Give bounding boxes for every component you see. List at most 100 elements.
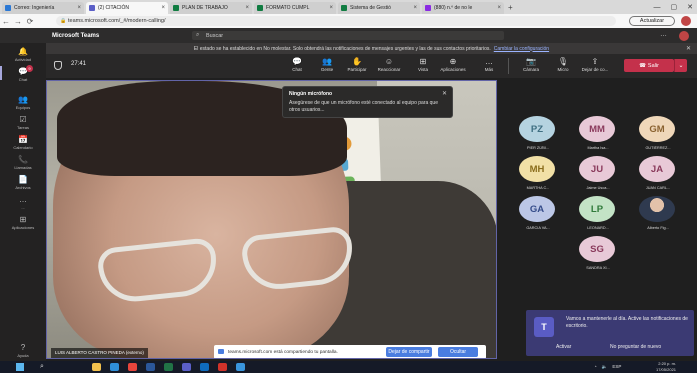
participant-tile[interactable]: MM Martha Isa... [568, 116, 628, 156]
hide-share-bar-button[interactable]: Ocultar [438, 347, 478, 357]
outlook-icon[interactable] [200, 363, 209, 371]
browser-tab[interactable]: (880) n.º de no le × [422, 2, 504, 14]
chrome-icon[interactable] [128, 363, 137, 371]
forward-icon[interactable]: → [12, 17, 24, 26]
main-video-tile[interactable]: LUIS ALBERTO CASTRO PINEDA (externo) Nin… [46, 80, 497, 359]
control-raise-hand[interactable]: ✋ Participar [342, 57, 372, 72]
people-icon: 👥 [322, 57, 332, 66]
control-label: Participar [347, 67, 367, 72]
rail-item-calendario[interactable]: 📅 Calendario [0, 135, 46, 150]
word-icon[interactable] [146, 363, 155, 371]
leave-button[interactable]: ☎ Salir [624, 59, 674, 72]
update-button[interactable]: Actualizar [629, 16, 675, 26]
leave-options-chevron-icon[interactable]: ⌄ [674, 59, 687, 72]
browser-tab[interactable]: Sistema de Gestió × [338, 2, 420, 14]
teams-taskbar-icon[interactable] [182, 363, 191, 371]
excel-icon[interactable] [164, 363, 173, 371]
minimize-icon[interactable]: — [654, 4, 661, 11]
new-tab-button[interactable]: + [508, 2, 513, 14]
close-tab-icon[interactable]: × [329, 5, 333, 11]
more-icon: … [485, 57, 493, 66]
close-tab-icon[interactable]: × [245, 5, 249, 11]
close-tooltip-icon[interactable]: ✕ [442, 90, 447, 97]
tab-favicon-icon [5, 5, 11, 11]
participant-name: Alberto Fig... [647, 226, 669, 230]
close-window-icon[interactable]: ✕ [687, 3, 693, 11]
close-tab-icon[interactable]: × [161, 5, 165, 11]
control-chat[interactable]: 💬 Chat [282, 57, 312, 72]
participant-tile[interactable]: Alberto Fig... [628, 196, 688, 236]
control-apps[interactable]: ⊕ Aplicaciones [438, 57, 468, 72]
close-tab-icon[interactable]: × [77, 5, 81, 11]
participant-tile[interactable]: SG SANDRA XI... [568, 236, 628, 276]
tooltip-text: Asegúrese de que un micrófono esté conec… [289, 100, 438, 113]
participant-avatar: JU [579, 156, 615, 182]
rail-item-archivos[interactable]: 📄 Archivos [0, 175, 46, 190]
rail-item-[interactable]: …... [0, 195, 46, 210]
activate-notifications-button[interactable]: Activar [556, 344, 571, 350]
share-bar-text: teams.microsoft.com está compartiendo tu… [228, 349, 338, 355]
close-tab-icon[interactable]: × [497, 5, 501, 11]
rail-item-actividad[interactable]: 🔔 Actividad [0, 47, 46, 62]
control-mic-off[interactable]: 🎙 Micro [548, 57, 578, 72]
search-placeholder: Buscar [206, 32, 224, 39]
mail-icon[interactable] [236, 363, 245, 371]
acrobat-icon[interactable] [218, 363, 227, 371]
change-settings-link[interactable]: Cambiar la configuración [494, 46, 549, 52]
browser-tab[interactable]: (2) CITACIÓN × [86, 2, 168, 14]
wifi-icon[interactable]: ◔ [594, 364, 597, 370]
participant-tile[interactable]: JA JUAN CARL... [628, 156, 688, 196]
meeting-info-shield-icon[interactable] [54, 61, 62, 70]
control-react[interactable]: ☺ Reaccionar [374, 57, 404, 72]
taskbar-search-icon[interactable]: ⌕ [40, 363, 44, 371]
taskbar-clock[interactable]: 2:20 p. m. 17/05/2021 [656, 361, 676, 372]
browser-tab[interactable]: PLAN DE TRABAJO × [170, 2, 252, 14]
volume-icon[interactable]: 🔈 [602, 364, 608, 370]
participant-tile[interactable]: GA GARCIA VA... [508, 196, 568, 236]
user-avatar[interactable] [679, 31, 689, 41]
control-more[interactable]: … Más [474, 57, 504, 72]
rail-item-equipos[interactable]: 👥 Equipos [0, 95, 46, 110]
dnd-notice-text: El estado se ha establecido en No molest… [193, 45, 491, 52]
browser-tab[interactable]: FORMATO CUMPL × [254, 2, 336, 14]
browser-tab[interactable]: Correo: Ingeniería × [2, 2, 84, 14]
dnd-notice-banner: El estado se ha establecido en No molest… [46, 43, 697, 54]
rail-item-chat[interactable]: 💬 Chat 9 [0, 65, 46, 82]
back-icon[interactable]: ← [0, 17, 12, 26]
maximize-icon[interactable]: ▢ [671, 3, 678, 11]
phone-icon: 📞 [18, 155, 28, 164]
rail-item-aplicaciones[interactable]: ⊞ Aplicaciones [0, 215, 46, 230]
edge-icon[interactable] [110, 363, 119, 371]
rail-item-llamadas[interactable]: 📞 Llamadas [0, 155, 46, 170]
participant-tile[interactable]: PZ PIER ZÚÑI... [508, 116, 568, 156]
settings-more-icon[interactable]: … [660, 31, 667, 38]
participant-tile[interactable]: LP LEONARD... [568, 196, 628, 236]
divider [508, 58, 509, 74]
close-notice-icon[interactable]: ✕ [686, 45, 691, 52]
search-input[interactable]: ⌕ Buscar [192, 31, 504, 40]
stop-sharing-button[interactable]: Dejar de compartir [386, 347, 432, 357]
windows-start-icon[interactable] [16, 363, 24, 371]
close-tab-icon[interactable]: × [413, 5, 417, 11]
desktop-notification-toast: T Vamos a mantenerle al día. Active las … [526, 310, 694, 356]
url-field[interactable]: 🔒 teams.microsoft.com/_#/modern-calling/ [56, 16, 616, 26]
rail-item-label: Calendario [13, 145, 33, 150]
reload-icon[interactable]: ⟳ [24, 17, 36, 26]
control-share[interactable]: ⇪ Dejar de co... [580, 57, 610, 72]
control-camera-off[interactable]: 📷 Cámara [516, 57, 546, 72]
participant-tile[interactable]: GM GUTIÉRREZ... [628, 116, 688, 156]
control-people[interactable]: 👥 Gente [312, 57, 342, 72]
participant-tile[interactable]: MH MARTHA C... [508, 156, 568, 196]
clock-date: 17/05/2021 [656, 366, 677, 372]
dont-ask-again-button[interactable]: No preguntar de nuevo [610, 344, 661, 350]
profile-avatar[interactable] [681, 16, 691, 26]
rail-item-tareas[interactable]: ☑ Tareas [0, 115, 46, 130]
participant-name: MARTHA C... [526, 186, 550, 190]
file-explorer-icon[interactable] [92, 363, 101, 371]
rail-item-label: Aplicaciones [11, 225, 35, 230]
participant-tile[interactable]: JU Jaime Usca... [568, 156, 628, 196]
rail-item-ayuda[interactable]: ? Ayuda [0, 343, 46, 358]
browser-tab-bar: Correo: Ingeniería × (2) CITACIÓN × PLAN DE … [0, 0, 697, 14]
control-view[interactable]: ⊞ Vista [408, 57, 438, 72]
language-indicator[interactable]: ESP [612, 364, 621, 370]
